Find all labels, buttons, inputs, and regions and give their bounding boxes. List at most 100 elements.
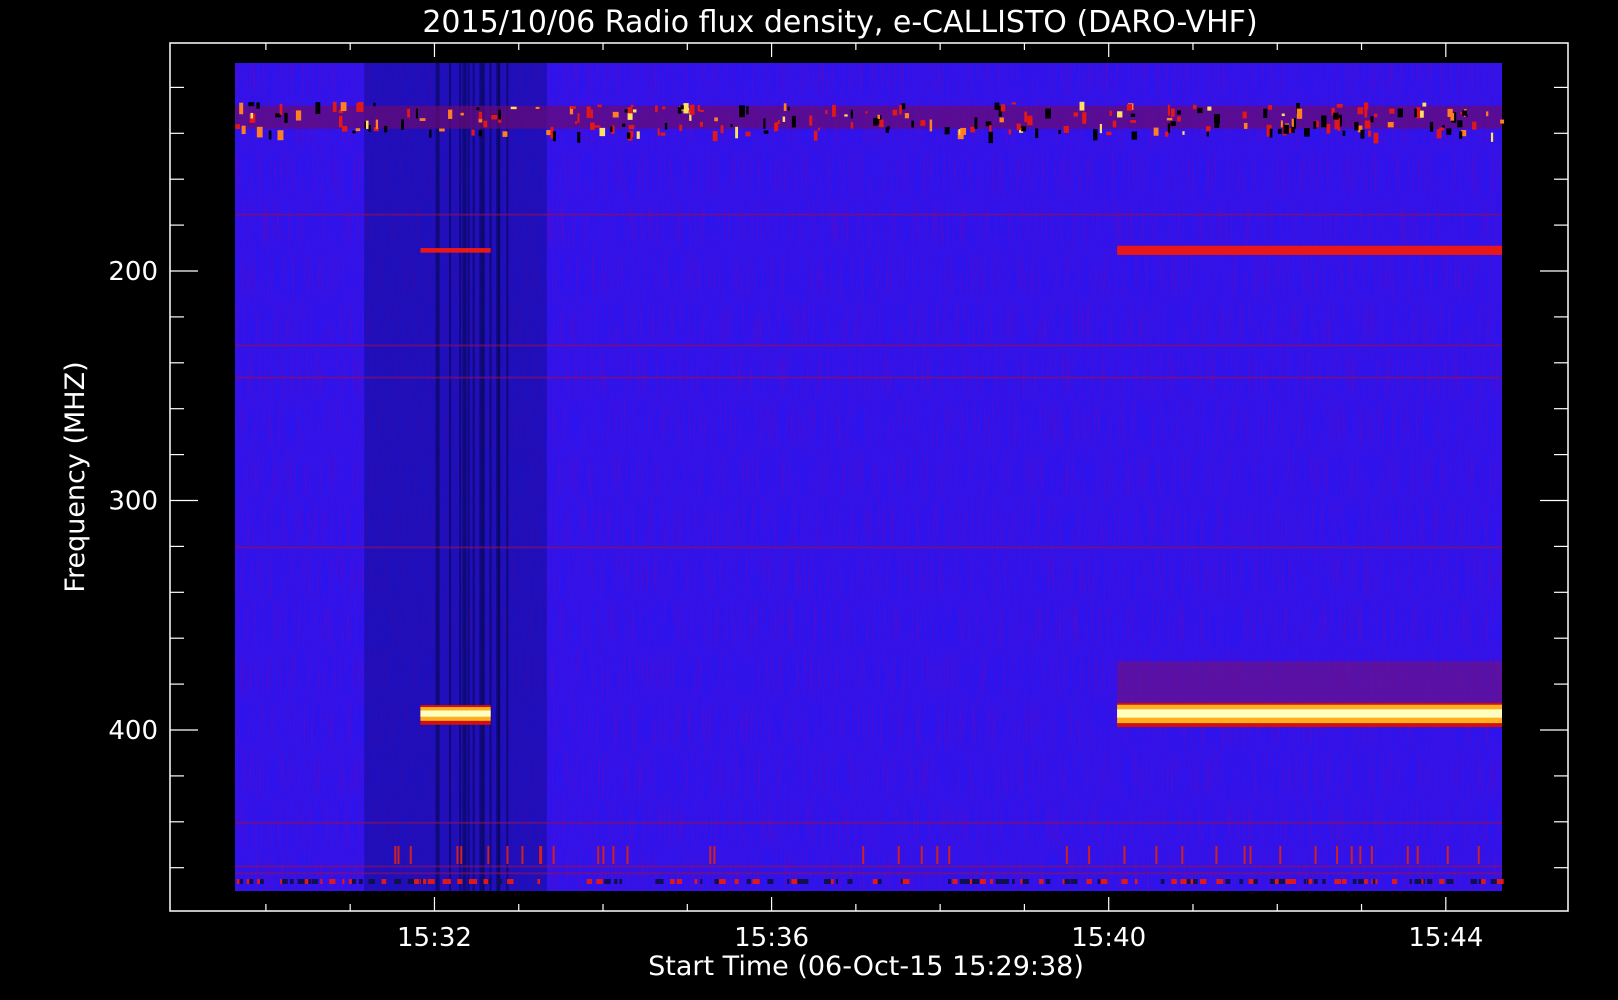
interference-speck	[657, 128, 660, 136]
bottom-speck	[1427, 879, 1433, 884]
interference-speck	[988, 131, 994, 144]
interference-speck	[1192, 104, 1197, 110]
spike	[460, 846, 463, 864]
x-tick-label: 15:44	[1408, 923, 1483, 953]
interference-speck	[1397, 108, 1404, 118]
interference-speck	[626, 132, 631, 139]
interference-speck	[478, 130, 483, 137]
interference-speck	[1166, 117, 1173, 121]
bottom-speck	[1470, 879, 1477, 884]
spike	[1406, 846, 1409, 864]
faint-line	[235, 344, 1502, 347]
interference-speck	[342, 125, 348, 132]
spike	[1314, 846, 1317, 864]
bottom-speck	[249, 879, 254, 884]
interference-speck	[577, 131, 581, 143]
interference-speck	[1024, 111, 1028, 122]
bottom-speck	[1020, 879, 1023, 884]
bottom-speck	[1180, 879, 1187, 884]
interference-speck	[1387, 122, 1394, 128]
bottom-speck	[282, 879, 288, 884]
bottom-speck	[700, 879, 703, 884]
bottom-speck	[1038, 879, 1044, 884]
interference-speck	[1268, 105, 1273, 110]
bottom-speck	[1358, 879, 1364, 884]
spike	[1370, 846, 1373, 864]
interference-speck	[1334, 117, 1340, 130]
interference-speck	[1459, 131, 1463, 139]
interference-speck	[1170, 108, 1175, 117]
bottom-speck	[1496, 879, 1504, 884]
spike	[540, 846, 543, 864]
bottom-speck	[767, 879, 774, 884]
spike	[1446, 846, 1449, 864]
interference-speck	[697, 104, 700, 112]
bottom-speck	[1253, 879, 1258, 884]
interference-speck	[586, 106, 591, 118]
interference-speck	[338, 115, 343, 128]
interference-speck	[1360, 129, 1365, 139]
interference-speck	[1242, 111, 1247, 119]
x-axis-label: Start Time (06-Oct-15 15:29:38)	[648, 951, 1084, 982]
interference-speck	[502, 131, 508, 137]
interference-speck	[1337, 127, 1341, 131]
spike	[709, 846, 712, 864]
spectrogram-chart: 2015/10/06 Radio flux density, e-CALLIST…	[60, 5, 1569, 982]
y-axis-label: Frequency (MHZ)	[60, 361, 91, 592]
interference-speck	[1263, 108, 1268, 119]
interference-speck	[248, 102, 255, 107]
spike	[1336, 846, 1339, 864]
interference-speck	[627, 113, 633, 120]
interference-speck	[1197, 107, 1203, 114]
interference-speck	[1296, 108, 1303, 119]
bottom-speck	[1135, 879, 1138, 884]
interference-speck	[1130, 113, 1136, 117]
interference-speck	[1321, 115, 1327, 128]
spike	[920, 846, 923, 864]
interference-speck	[677, 107, 682, 114]
interference-speck	[960, 127, 967, 135]
interference-speck	[284, 112, 288, 123]
bottom-speck	[537, 879, 541, 884]
interference-speck	[510, 106, 517, 110]
purple-band	[1117, 661, 1502, 703]
interference-speck	[1373, 113, 1378, 118]
interference-speck	[429, 129, 432, 138]
interference-speck	[268, 130, 272, 140]
bottom-speck	[394, 879, 402, 884]
interference-speck	[1354, 121, 1359, 131]
interference-speck	[1429, 121, 1434, 132]
bottom-speck	[1439, 879, 1445, 884]
interference-speck	[1082, 112, 1087, 124]
interference-speck	[1336, 103, 1343, 108]
interference-speck	[1364, 108, 1368, 118]
bottom-speck	[497, 879, 502, 884]
interference-speck	[407, 108, 410, 118]
interference-speck	[1333, 112, 1339, 120]
bottom-speck	[902, 879, 910, 884]
interference-speck	[594, 125, 601, 128]
interference-speck	[277, 130, 284, 141]
bottom-speck	[1341, 879, 1347, 884]
interference-speck	[920, 120, 926, 126]
interference-speck	[730, 124, 733, 128]
spike	[487, 846, 490, 864]
interference-speck	[817, 127, 821, 131]
interference-speck	[844, 114, 848, 117]
interference-speck	[1269, 128, 1273, 138]
interference-speck	[365, 120, 369, 129]
bottom-speck	[604, 879, 611, 884]
y-tick-label: 300	[108, 487, 158, 517]
bottom-speck	[1278, 879, 1285, 884]
interference-speck	[622, 123, 626, 127]
interference-speck	[1370, 116, 1374, 123]
interference-speck	[235, 124, 241, 129]
bottom-speck	[802, 879, 809, 884]
interference-speck	[483, 120, 488, 128]
bottom-speck	[1364, 879, 1368, 884]
bottom-speck	[1334, 879, 1339, 884]
bottom-speck	[419, 879, 427, 884]
bottom-speck	[1045, 879, 1051, 884]
bottom-speck	[1216, 879, 1224, 884]
interference-speck	[1079, 101, 1085, 111]
